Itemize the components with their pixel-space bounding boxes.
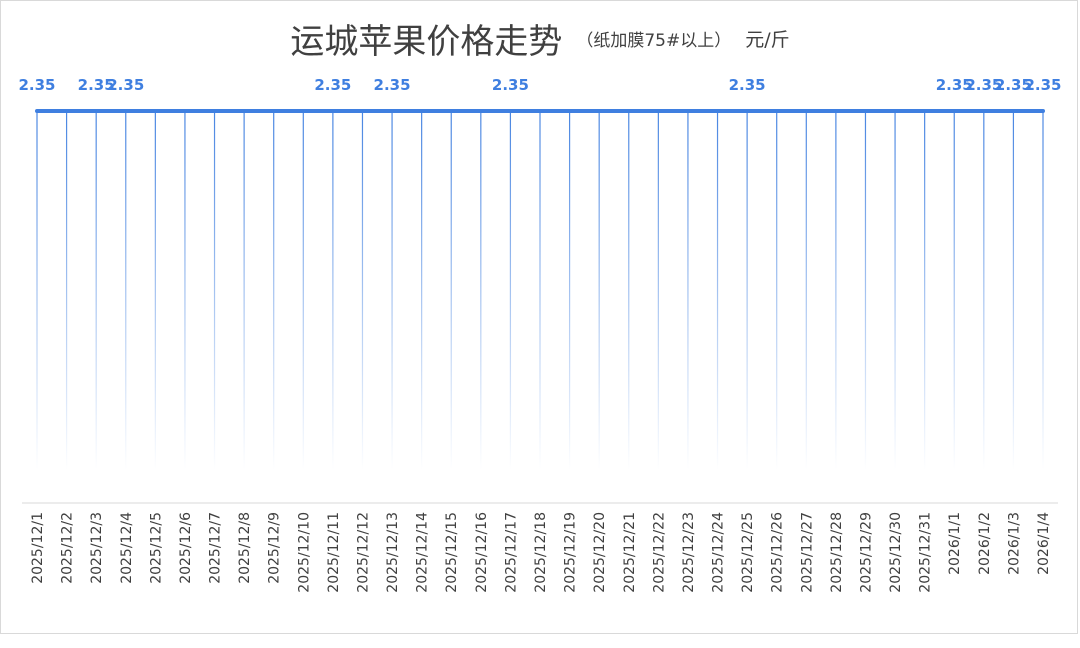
- x-tick-labels: 2025/12/1 2025/12/2 2025/12/3 2025/12/4 2025…: [30, 512, 1052, 593]
- drop-line: [924, 111, 926, 470]
- x-tick-label: 2025/12/1: [30, 512, 46, 584]
- x-tick-label: 2025/12/29: [858, 512, 874, 593]
- drop-line: [480, 111, 482, 470]
- x-tick-label: 2025/12/30: [888, 512, 904, 593]
- drop-line: [894, 111, 896, 470]
- drop-line: [154, 111, 156, 470]
- drop-line: [95, 111, 97, 470]
- drop-line: [302, 111, 304, 470]
- drop-line: [332, 111, 334, 470]
- drop-line: [421, 111, 423, 470]
- data-label: 2.35: [729, 76, 766, 94]
- drop-line: [36, 111, 38, 470]
- drop-line: [213, 111, 216, 470]
- data-label: 2.35: [314, 76, 351, 94]
- drop-line: [184, 111, 186, 470]
- x-tick-label: 2025/12/25: [740, 512, 756, 593]
- drop-line: [716, 111, 719, 470]
- x-tick-label: 2025/12/22: [651, 512, 667, 593]
- data-labels: 2.35 2.352.35 2.35 2.35 2.35 2.35 2.352.352.35…: [18, 76, 1061, 94]
- x-tick-label: 2025/12/16: [474, 512, 490, 593]
- x-tick-label: 2025/12/9: [267, 512, 283, 584]
- x-tick-label: 2025/12/10: [296, 512, 312, 593]
- data-label: 2.35: [107, 76, 144, 94]
- drop-line: [243, 111, 245, 470]
- drop-line: [835, 111, 837, 470]
- x-tick-label: 2025/12/15: [444, 512, 460, 593]
- drop-line: [746, 111, 748, 470]
- drop-line: [776, 111, 778, 470]
- x-tick-label: 2025/12/24: [711, 512, 727, 593]
- drop-line: [687, 111, 689, 470]
- drop-line: [273, 111, 275, 470]
- data-label: 2.35: [1024, 76, 1061, 94]
- drop-line: [1012, 111, 1015, 470]
- x-tick-label: 2025/12/12: [355, 512, 371, 593]
- drop-line: [1042, 111, 1044, 470]
- x-tick-label: 2025/12/11: [326, 512, 342, 593]
- x-tick-label: 2025/12/18: [533, 512, 549, 593]
- drop-line: [628, 111, 630, 470]
- x-tick-label: 2025/12/4: [119, 512, 135, 584]
- drop-line: [953, 111, 955, 470]
- x-tick-label: 2025/12/21: [622, 512, 638, 593]
- drop-line: [983, 111, 985, 470]
- x-tick-label: 2025/12/20: [592, 512, 608, 593]
- x-tick-label: 2026/1/1: [947, 512, 963, 575]
- line-chart: 2.35 2.352.35 2.35 2.35 2.35 2.35 2.352.352.35…: [18, 76, 1061, 593]
- x-tick-label: 2025/12/14: [415, 512, 431, 593]
- x-tick-label: 2025/12/31: [918, 512, 934, 593]
- x-tick-label: 2025/12/26: [770, 512, 786, 593]
- drop-line: [568, 111, 571, 470]
- x-tick-label: 2025/12/5: [148, 512, 164, 584]
- x-tick-label: 2026/1/2: [977, 512, 993, 575]
- x-tick-label: 2025/12/3: [89, 512, 105, 584]
- data-label: 2.35: [374, 76, 411, 94]
- drop-line: [657, 111, 659, 470]
- drop-line: [864, 111, 867, 470]
- x-tick-label: 2026/1/4: [1036, 512, 1052, 575]
- x-tick-label: 2025/12/8: [237, 512, 253, 584]
- x-tick-label: 2025/12/28: [829, 512, 845, 593]
- x-tick-label: 2025/12/2: [60, 512, 76, 584]
- drop-line: [125, 111, 127, 470]
- drop-line: [391, 111, 393, 470]
- x-tick-label: 2025/12/7: [208, 512, 224, 584]
- data-label: 2.35: [18, 76, 55, 94]
- drop-line: [598, 111, 600, 470]
- data-label: 2.35: [492, 76, 529, 94]
- drop-line: [450, 111, 452, 470]
- drop-lines: [36, 111, 1044, 470]
- drop-line: [65, 111, 68, 470]
- x-tick-label: 2026/1/3: [1006, 512, 1022, 575]
- drop-line: [805, 111, 807, 470]
- x-tick-label: 2025/12/23: [681, 512, 697, 593]
- drop-line: [509, 111, 512, 470]
- x-tick-label: 2025/12/13: [385, 512, 401, 593]
- x-tick-label: 2025/12/17: [503, 512, 519, 593]
- x-tick-label: 2025/12/19: [563, 512, 579, 593]
- x-tick-label: 2025/12/6: [178, 512, 194, 584]
- drop-line: [361, 111, 364, 470]
- x-tick-label: 2025/12/27: [799, 512, 815, 593]
- drop-line: [539, 111, 541, 470]
